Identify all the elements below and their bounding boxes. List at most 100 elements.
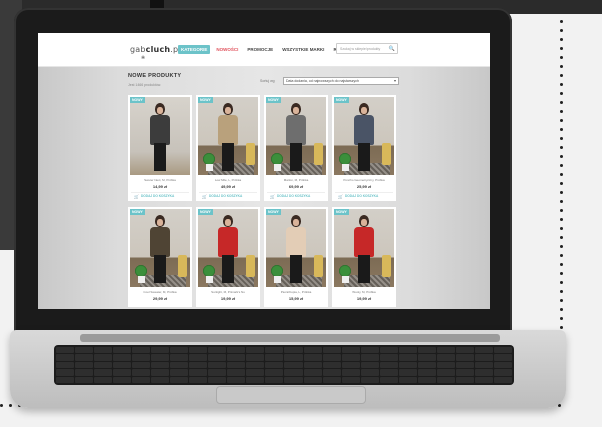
keyboard-key <box>436 347 455 354</box>
product-card[interactable]: NOWY Cool Sweater, M, Próbka 29,99 zł <box>128 207 192 307</box>
nav-item-kategorie[interactable]: KATEGORIE <box>178 45 211 54</box>
product-image[interactable]: NOWY <box>266 209 326 287</box>
sort-selected-value: Data dodania, od najnowszych do najstars… <box>286 79 359 83</box>
add-to-cart-button[interactable]: 🛒 DODAJ DO KOSZYKA <box>267 192 325 199</box>
keyboard-key <box>170 369 189 376</box>
search-icon[interactable]: 🔍 <box>389 46 395 52</box>
product-name[interactable]: Cool Sweater, M, Próbka <box>128 290 192 294</box>
keyboard-key <box>455 369 474 376</box>
dot <box>560 326 563 329</box>
keyboard-key <box>94 376 113 383</box>
model-face <box>293 219 299 226</box>
keyboard-key <box>360 369 379 376</box>
keyboard-key <box>455 354 474 361</box>
product-card[interactable]: NOWY Wooly, M, Próbka 19,99 zł <box>332 207 396 307</box>
product-image[interactable]: NOWY <box>198 209 258 287</box>
model-legs <box>290 143 302 171</box>
model-garment <box>150 227 170 257</box>
add-to-cart-label: DODAJ DO KOSZYKA <box>344 194 379 198</box>
chair-decor <box>382 143 391 165</box>
chair-decor <box>246 255 255 277</box>
product-price: 29,99 zł <box>152 296 168 301</box>
product-image[interactable]: NOWY <box>334 97 394 175</box>
dot <box>9 404 12 407</box>
product-image[interactable]: NOWY <box>130 97 190 175</box>
keyboard-key <box>379 347 398 354</box>
keyboard-key <box>208 369 227 376</box>
new-badge: NOWY <box>334 97 349 103</box>
new-badge: NOWY <box>130 97 145 103</box>
nav-item-wszystkie-marki[interactable]: WSZYSTKIE MARKI <box>279 45 327 54</box>
dot <box>560 155 563 158</box>
product-card[interactable]: NOWY Sunlight, M, Primark's Nu 19,99 zł <box>196 207 260 307</box>
cart-icon: 🛒 <box>338 193 343 199</box>
keyboard-key <box>189 347 208 354</box>
product-card[interactable]: NOWY Low Mile, L, Próbka 49,99 zł 🛒 DODAJ DO… <box>196 95 260 201</box>
keyboard-key <box>474 354 493 361</box>
product-name[interactable]: Wooly, M, Próbka <box>332 290 396 294</box>
add-to-cart-label: DODAJ DO KOSZYKA <box>276 194 311 198</box>
product-name[interactable]: Pieza/Kopia, L, Próbka <box>264 290 328 294</box>
keyboard-key <box>322 354 341 361</box>
add-to-cart-button[interactable]: 🛒 DODAJ DO KOSZYKA <box>335 192 393 199</box>
keyboard-key <box>113 354 132 361</box>
product-card[interactable]: NOWY Poncho Geometryczny, Próbka 25,99 zł 🛒… <box>332 95 396 201</box>
pot-decor <box>206 276 213 283</box>
add-to-cart-button[interactable]: 🛒 DODAJ DO KOSZYKA <box>131 192 189 199</box>
keyboard-key <box>113 361 132 369</box>
keyboard-key <box>208 354 227 361</box>
model-legs <box>154 255 166 283</box>
keyboard-key <box>189 354 208 361</box>
dot <box>560 38 563 41</box>
keyboard-key <box>132 369 151 376</box>
product-name[interactable]: Marlon, M, Próbka <box>264 178 328 182</box>
product-card[interactable]: NOWY Pieza/Kopia, L, Próbka 15,99 zł <box>264 207 328 307</box>
product-image[interactable]: NOWY <box>266 97 326 175</box>
laptop-keyboard <box>54 345 514 385</box>
keyboard-key <box>151 347 170 354</box>
dot <box>560 92 563 95</box>
keyboard-key <box>303 361 322 369</box>
pot-decor <box>274 276 281 283</box>
product-image[interactable]: NOWY <box>334 209 394 287</box>
laptop-screen: gabcluch.pl ❀ KATEGORIE NOWOŚCI PROMOCJE WS… <box>38 33 490 309</box>
product-name[interactable]: Sunlight, M, Primark's Nu <box>196 290 260 294</box>
product-card[interactable]: NOWY Marlon, M, Próbka 69,99 zł 🛒 DODAJ DO K… <box>264 95 328 201</box>
dot <box>560 83 563 86</box>
site-logo[interactable]: gabcluch.pl <box>130 45 181 54</box>
keyboard-key <box>56 354 75 361</box>
add-to-cart-label: DODAJ DO KOSZYKA <box>208 194 243 198</box>
product-image[interactable]: NOWY <box>130 209 190 287</box>
sort-dropdown[interactable]: Data dodania, od najnowszych do najstars… <box>283 77 399 85</box>
product-name[interactable]: Sweter Next, M, Próbka <box>128 178 192 182</box>
keyboard-key <box>265 347 284 354</box>
dot <box>560 191 563 194</box>
product-price: 49,99 zł <box>220 184 236 189</box>
add-to-cart-label: DODAJ DO KOSZYKA <box>140 194 175 198</box>
keyboard-key <box>56 347 75 354</box>
logo-mark-icon: ❀ <box>141 55 146 61</box>
chair-decor <box>382 255 391 277</box>
new-badge: NOWY <box>198 209 213 215</box>
product-name[interactable]: Poncho Geometryczny, Próbka <box>332 178 396 182</box>
keyboard-key <box>227 376 246 383</box>
keyboard-key <box>75 354 94 361</box>
product-name[interactable]: Low Mile, L, Próbka <box>196 178 260 182</box>
add-to-cart-button[interactable]: 🛒 DODAJ DO KOSZYKA <box>199 192 257 199</box>
dot <box>560 227 563 230</box>
model-legs <box>358 255 370 283</box>
search-input[interactable]: Szukaj w sklepie/produkty 🔍 <box>336 43 398 54</box>
keyboard-key <box>360 361 379 369</box>
nav-item-promocje[interactable]: PROMOCJE <box>244 45 276 54</box>
product-card[interactable]: NOWY Sweter Next, M, Próbka 14,99 zł 🛒 DODAJ… <box>128 95 192 201</box>
model-garment <box>218 227 238 257</box>
keyboard-key <box>189 376 208 383</box>
nav-item-nowości[interactable]: NOWOŚCI <box>213 45 241 54</box>
product-image[interactable]: NOWY <box>198 97 258 175</box>
keyboard-key <box>303 354 322 361</box>
keyboard-key <box>265 354 284 361</box>
dot <box>560 164 563 167</box>
model-garment <box>150 115 170 145</box>
keyboard-key <box>113 347 132 354</box>
dot <box>560 137 563 140</box>
